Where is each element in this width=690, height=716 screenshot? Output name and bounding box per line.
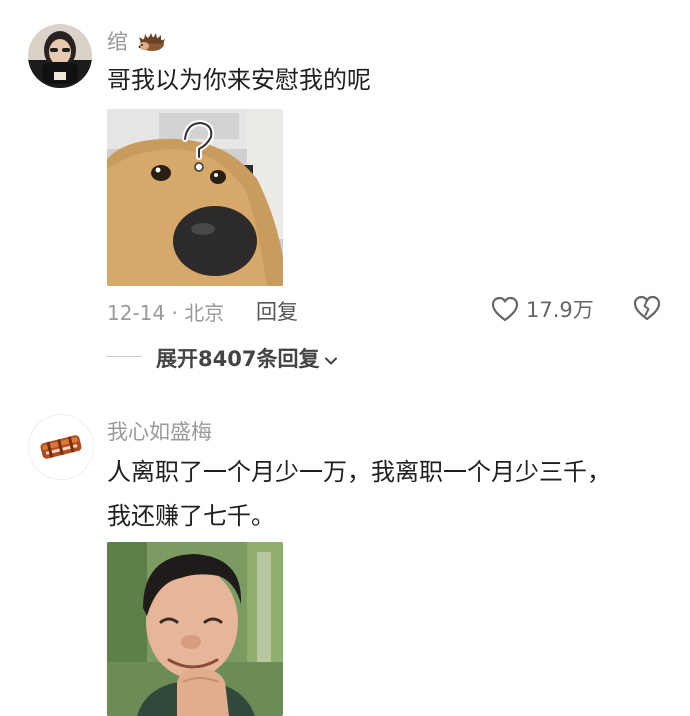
like-count: 17.9万 — [526, 298, 594, 322]
chevron-down-icon — [323, 350, 339, 366]
expand-divider — [107, 356, 141, 357]
comment-item: 绾 哥我以为你来安慰我的呢 12-14 · 北京 回复 17.9万 展开8407… — [0, 0, 690, 380]
comment-meta: 12-14 · 北京 — [107, 301, 225, 325]
dog-question-meme[interactable] — [107, 109, 283, 286]
comment-text-line: 我还赚了七千。 — [107, 502, 275, 530]
username[interactable]: 我心如盛梅 — [107, 416, 212, 446]
comment-text: 哥我以为你来安慰我的呢 — [107, 66, 371, 94]
laughing-man-photo[interactable] — [107, 542, 283, 716]
comment-item: 我心如盛梅 人离职了一个月少一万，我离职一个月少三千， 我还赚了七千。 — [0, 400, 690, 716]
username-text: 绾 — [107, 30, 128, 54]
expand-replies-label: 展开8407条回复 — [156, 347, 320, 371]
avatar[interactable] — [28, 414, 94, 480]
like-button[interactable]: 17.9万 — [490, 294, 594, 324]
comment-text-line: 人离职了一个月少一万，我离职一个月少三千， — [107, 458, 611, 486]
username[interactable]: 绾 — [107, 26, 167, 57]
heart-icon — [490, 295, 520, 323]
avatar[interactable] — [28, 24, 92, 88]
expand-replies-button[interactable]: 展开8407条回复 — [156, 343, 339, 373]
reply-button[interactable]: 回复 — [256, 296, 298, 326]
hedgehog-icon — [137, 32, 167, 57]
comment-text: 人离职了一个月少一万，我离职一个月少三千， 我还赚了七千。 — [107, 450, 611, 538]
broken-heart-icon — [632, 294, 662, 322]
dislike-button[interactable] — [632, 294, 662, 326]
